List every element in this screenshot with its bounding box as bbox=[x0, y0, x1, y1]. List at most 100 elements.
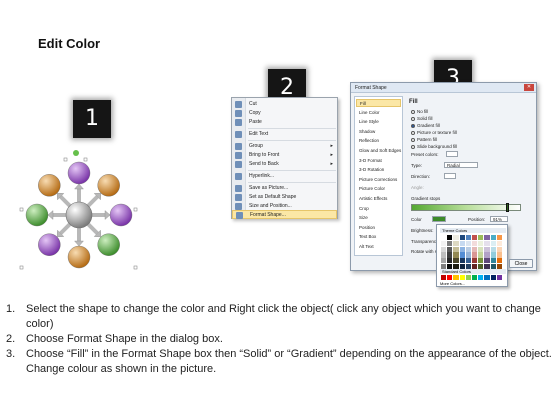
more-colors-link[interactable]: More Colors... bbox=[440, 281, 465, 286]
selection-handle[interactable] bbox=[63, 157, 68, 162]
fill-option[interactable]: Gradient fill bbox=[411, 123, 440, 129]
color-swatch[interactable] bbox=[490, 246, 496, 252]
menu-item-send-to-back[interactable]: Send to Back ▸ bbox=[232, 160, 337, 169]
color-swatch[interactable] bbox=[453, 246, 459, 252]
category-item[interactable]: Text Box bbox=[356, 233, 401, 241]
color-swatch[interactable] bbox=[496, 275, 502, 281]
color-swatch[interactable] bbox=[490, 258, 496, 264]
color-swatch[interactable] bbox=[484, 240, 490, 246]
color-swatch[interactable] bbox=[471, 275, 478, 281]
color-swatch[interactable] bbox=[490, 252, 496, 258]
category-item[interactable]: Glow and Soft Edges bbox=[356, 147, 401, 155]
center-circle[interactable] bbox=[65, 201, 93, 229]
color-swatch[interactable] bbox=[447, 275, 453, 281]
category-item[interactable]: Picture Color bbox=[356, 185, 401, 193]
category-item[interactable]: 3-D Rotation bbox=[356, 166, 401, 174]
color-swatch[interactable] bbox=[471, 235, 478, 241]
color-swatch[interactable] bbox=[496, 240, 502, 246]
menu-item-bring-to-front[interactable]: Bring to Front ▸ bbox=[232, 151, 337, 160]
category-item[interactable]: Picture Corrections bbox=[356, 176, 401, 184]
position-input[interactable]: 91% bbox=[490, 216, 508, 222]
category-item[interactable]: Alt Text bbox=[356, 243, 401, 251]
rotation-handle[interactable] bbox=[73, 150, 79, 156]
color-swatch[interactable] bbox=[459, 240, 465, 246]
selection-handle[interactable] bbox=[19, 207, 24, 212]
color-swatch[interactable] bbox=[453, 275, 459, 281]
color-swatch[interactable] bbox=[478, 252, 484, 258]
category-item[interactable]: Line Color bbox=[356, 109, 401, 117]
type-dropdown[interactable]: Radial bbox=[444, 162, 478, 168]
menu-item-set-default-shape[interactable]: Set as Default Shape bbox=[232, 193, 337, 202]
color-swatch[interactable] bbox=[490, 235, 496, 241]
menu-item-format-shape[interactable]: Format Shape... bbox=[232, 210, 337, 219]
color-swatch[interactable] bbox=[490, 275, 496, 281]
color-swatch[interactable] bbox=[496, 252, 502, 258]
color-swatch[interactable] bbox=[471, 258, 478, 264]
green-circle[interactable] bbox=[25, 203, 49, 227]
color-swatch[interactable] bbox=[447, 246, 453, 252]
direction-dropdown[interactable] bbox=[444, 173, 456, 179]
menu-item-save-as-picture[interactable]: Save as Picture... bbox=[232, 184, 337, 193]
color-swatch[interactable] bbox=[490, 240, 496, 246]
color-swatch[interactable] bbox=[478, 246, 484, 252]
purple-circle[interactable] bbox=[38, 233, 61, 256]
fill-option[interactable]: Solid fill bbox=[411, 116, 433, 122]
color-swatch[interactable] bbox=[447, 258, 453, 264]
color-swatch[interactable] bbox=[447, 240, 453, 246]
color-swatch[interactable] bbox=[447, 252, 453, 258]
menu-item-copy[interactable]: Copy bbox=[232, 109, 337, 118]
selection-handle[interactable] bbox=[19, 265, 24, 270]
purple-circle[interactable] bbox=[109, 203, 133, 227]
color-swatch[interactable] bbox=[459, 258, 465, 264]
orange-circle[interactable] bbox=[38, 174, 61, 197]
gradient-stops-bar[interactable] bbox=[411, 204, 521, 211]
selection-handle[interactable] bbox=[83, 157, 88, 162]
green-circle[interactable] bbox=[97, 233, 120, 256]
dialog-close-button[interactable]: Close bbox=[509, 259, 533, 268]
fill-option[interactable]: Pattern fill bbox=[411, 137, 437, 143]
color-swatch[interactable] bbox=[465, 275, 471, 281]
color-swatch[interactable] bbox=[465, 246, 471, 252]
category-item[interactable]: Line Style bbox=[356, 118, 401, 126]
menu-item-edit-text[interactable]: Edit Text bbox=[232, 130, 337, 139]
color-swatch[interactable] bbox=[441, 235, 447, 241]
color-swatch[interactable] bbox=[459, 246, 465, 252]
menu-item-hyperlink[interactable]: Hyperlink... bbox=[232, 172, 337, 181]
color-swatch[interactable] bbox=[496, 246, 502, 252]
color-picker-button[interactable] bbox=[432, 216, 446, 222]
color-swatch[interactable] bbox=[484, 258, 490, 264]
color-swatch[interactable] bbox=[471, 252, 478, 258]
color-swatch[interactable] bbox=[459, 275, 465, 281]
gradient-stop-marker[interactable] bbox=[506, 203, 509, 212]
fill-option[interactable]: No fill bbox=[411, 109, 428, 115]
category-item[interactable]: Shadow bbox=[356, 128, 401, 136]
menu-item-paste[interactable]: Paste bbox=[232, 118, 337, 127]
color-swatch[interactable] bbox=[471, 246, 478, 252]
color-swatch[interactable] bbox=[453, 235, 459, 241]
category-item[interactable]: Artistic Effects bbox=[356, 195, 401, 203]
purple-circle[interactable] bbox=[67, 161, 91, 185]
color-swatch[interactable] bbox=[484, 252, 490, 258]
color-swatch[interactable] bbox=[484, 235, 490, 241]
color-swatch[interactable] bbox=[484, 246, 490, 252]
preset-colors-dropdown[interactable] bbox=[446, 151, 458, 157]
selection-handle[interactable] bbox=[133, 207, 138, 212]
color-swatch[interactable] bbox=[496, 258, 502, 264]
color-swatch[interactable] bbox=[441, 258, 447, 264]
color-swatch[interactable] bbox=[465, 258, 471, 264]
color-swatch[interactable] bbox=[441, 275, 447, 281]
menu-item-group[interactable]: Group ▸ bbox=[232, 142, 337, 151]
fill-option[interactable]: Slide background fill bbox=[411, 144, 457, 150]
color-swatch[interactable] bbox=[441, 246, 447, 252]
color-swatch[interactable] bbox=[453, 252, 459, 258]
category-item[interactable]: Fill bbox=[356, 99, 401, 107]
category-item[interactable]: Position bbox=[356, 224, 401, 232]
color-swatch[interactable] bbox=[478, 240, 484, 246]
orange-circle[interactable] bbox=[67, 245, 91, 269]
menu-item-cut[interactable]: Cut bbox=[232, 100, 337, 109]
color-swatch[interactable] bbox=[478, 275, 484, 281]
color-swatch[interactable] bbox=[496, 235, 502, 241]
color-swatch[interactable] bbox=[453, 240, 459, 246]
color-swatch[interactable] bbox=[465, 235, 471, 241]
color-swatch[interactable] bbox=[459, 235, 465, 241]
